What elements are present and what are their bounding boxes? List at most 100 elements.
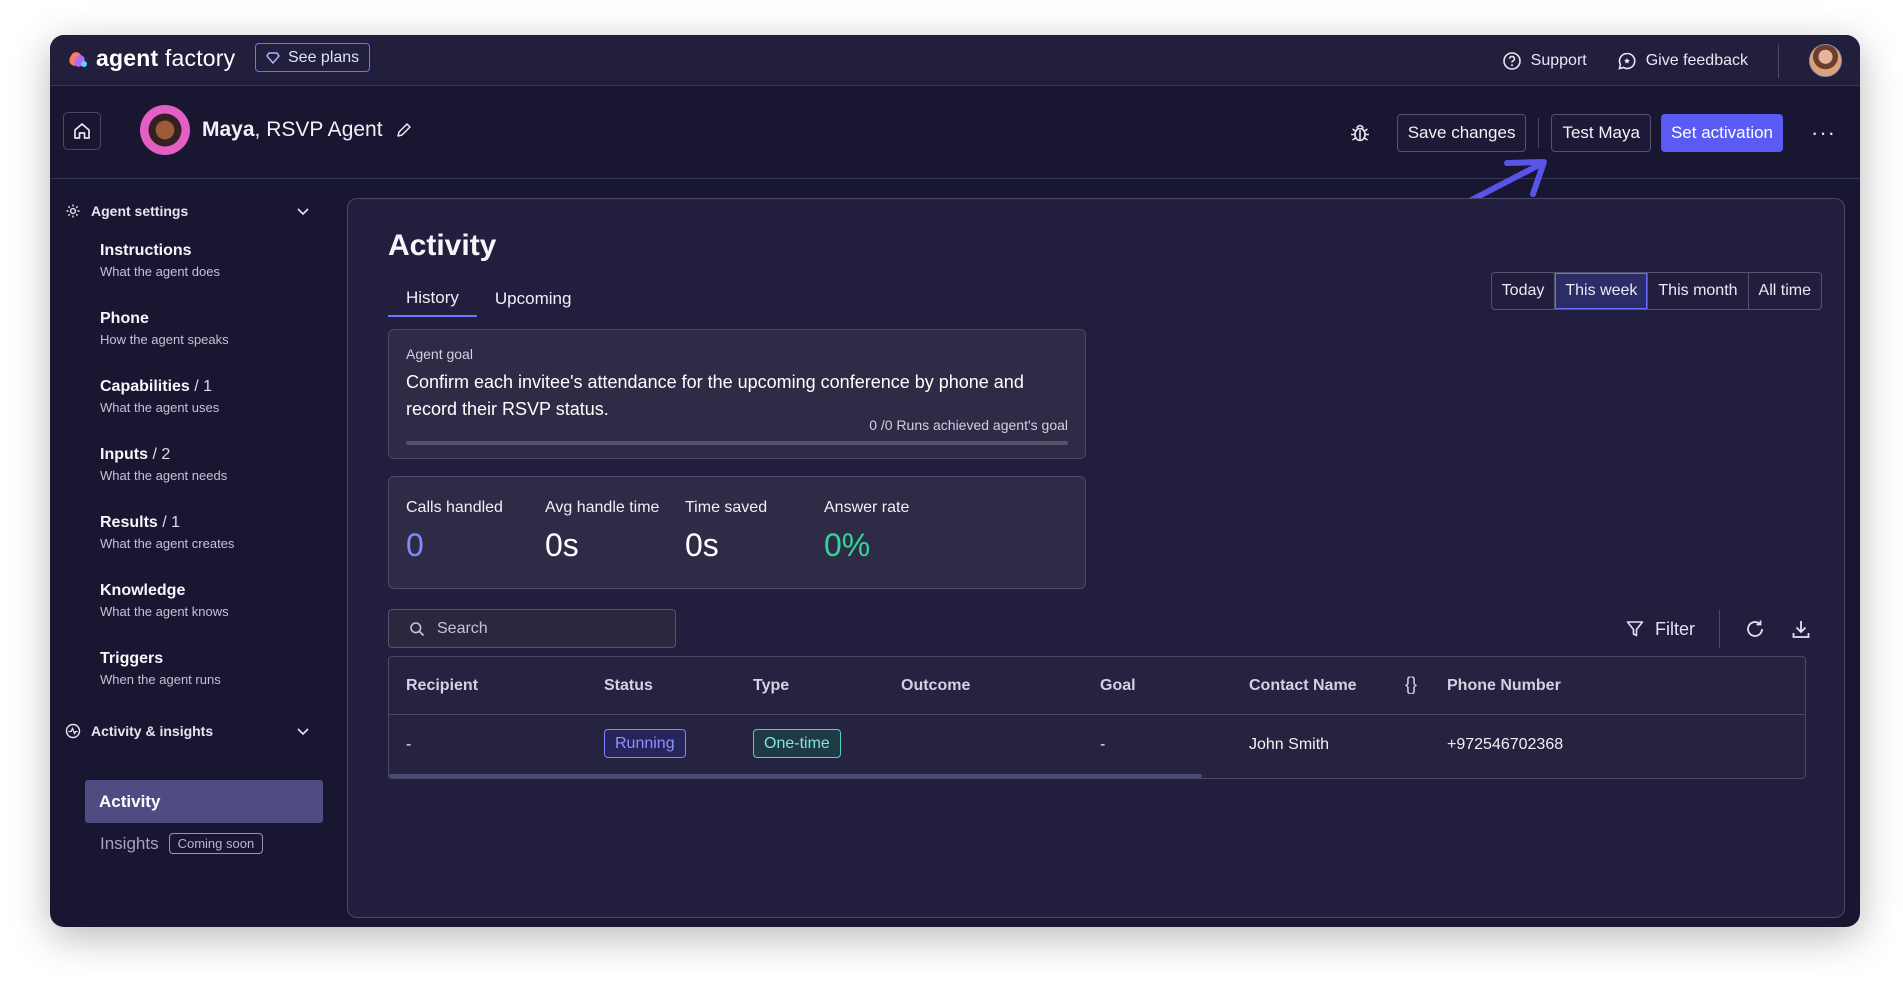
stat-label: Time saved	[685, 499, 768, 516]
see-plans-label: See plans	[288, 48, 360, 66]
sidebar-item-count: / 1	[162, 514, 181, 531]
agent-settings-section[interactable]: Agent settings	[65, 203, 310, 219]
see-plans-button[interactable]: See plans	[255, 43, 371, 72]
test-agent-button[interactable]: Test Maya	[1551, 114, 1651, 152]
sidebar-item-label: Capabilities	[100, 378, 190, 395]
sidebar-item-triggers[interactable]: Triggers When the agent runs	[100, 650, 221, 687]
range-all-time[interactable]: All time	[1749, 273, 1821, 309]
table-row[interactable]: - Running One-time - John Smith +9725467…	[389, 716, 1805, 774]
activity-table: Recipient Status Type Outcome Goal Conta…	[388, 656, 1806, 779]
give-feedback-link[interactable]: Give feedback	[1617, 51, 1748, 71]
download-icon[interactable]	[1790, 618, 1812, 640]
sidebar-item-label: Knowledge	[100, 582, 186, 599]
sidebar-item-phone[interactable]: Phone How the agent speaks	[100, 310, 229, 347]
sidebar-item-description: What the agent uses	[100, 400, 220, 415]
activity-insights-section[interactable]: Activity & insights	[65, 723, 310, 739]
activity-tabs: History Upcoming	[388, 281, 589, 317]
stat-value: 0s	[545, 527, 579, 563]
sidebar-item-activity[interactable]: Activity	[85, 780, 323, 823]
brand-logo[interactable]: agent factory	[67, 45, 235, 72]
column-header-phone-number[interactable]: Phone Number	[1447, 677, 1561, 695]
column-header-goal[interactable]: Goal	[1100, 677, 1136, 695]
pencil-icon[interactable]	[395, 121, 413, 139]
agent-avatar	[140, 105, 190, 155]
sidebar-item-inputs[interactable]: Inputs / 2 What the agent needs	[100, 446, 227, 483]
column-header-type[interactable]: Type	[753, 677, 789, 695]
stat-label: Calls handled	[406, 499, 503, 516]
top-bar: agent factory See plans Support Give fee…	[50, 35, 1860, 86]
sidebar-item-capabilities[interactable]: Capabilities / 1 What the agent uses	[100, 378, 219, 415]
feedback-icon	[1618, 52, 1636, 70]
filter-icon	[1626, 621, 1644, 637]
sidebar-item-count: / 1	[194, 378, 213, 395]
sidebar: Agent settings Instructions What the age…	[50, 180, 330, 927]
search-input[interactable]: Search	[388, 609, 676, 648]
bug-icon[interactable]	[1343, 116, 1377, 150]
activity-panel: Activity History Upcoming Today This wee…	[347, 198, 1845, 918]
stat-value: 0	[406, 527, 424, 563]
chevron-down-icon	[297, 208, 309, 216]
sidebar-item-insights[interactable]: Insights Coming soon	[100, 833, 264, 854]
home-icon	[74, 123, 90, 139]
column-header-status[interactable]: Status	[604, 677, 653, 695]
home-button[interactable]	[63, 112, 101, 150]
agent-header: Maya, RSVP Agent Save changes Test Maya …	[50, 87, 1860, 179]
range-this-month[interactable]: This month	[1648, 273, 1749, 309]
filter-button[interactable]: Filter	[1625, 619, 1695, 640]
set-activation-button[interactable]: Set activation	[1660, 114, 1784, 152]
give-feedback-label: Give feedback	[1645, 51, 1748, 69]
sidebar-item-knowledge[interactable]: Knowledge What the agent knows	[100, 582, 229, 619]
goal-progress-bar	[406, 441, 1068, 445]
horizontal-scrollbar[interactable]	[389, 774, 1202, 778]
refresh-icon[interactable]	[1744, 618, 1766, 640]
sidebar-item-label: Inputs	[100, 446, 148, 463]
date-range-selector: Today This week This month All time	[1490, 272, 1822, 310]
stat-avg-handle-time: Avg handle time 0s	[545, 499, 659, 564]
tab-upcoming[interactable]: Upcoming	[477, 281, 590, 317]
range-today[interactable]: Today	[1492, 273, 1556, 309]
search-icon	[410, 621, 425, 636]
support-label: Support	[1530, 51, 1587, 69]
stat-label: Answer rate	[824, 499, 910, 516]
cell-goal: -	[1100, 736, 1106, 753]
app-window: agent factory See plans Support Give fee…	[50, 35, 1860, 927]
column-header-outcome[interactable]: Outcome	[901, 677, 970, 695]
variable-braces-icon: {}	[1405, 674, 1418, 694]
table-header: Recipient Status Type Outcome Goal Conta…	[389, 657, 1805, 715]
stat-time-saved: Time saved 0s	[685, 499, 767, 564]
agent-goal-card: Agent goal Confirm each invitee's attend…	[388, 329, 1086, 459]
sidebar-item-label: Results	[100, 514, 158, 531]
activity-icon	[65, 723, 81, 739]
diamond-icon	[266, 51, 280, 64]
sidebar-item-results[interactable]: Results / 1 What the agent creates	[100, 514, 234, 551]
divider	[1719, 610, 1720, 648]
sidebar-item-description: What the agent needs	[100, 468, 228, 483]
brand-logo-icon	[67, 49, 88, 69]
divider	[1778, 43, 1779, 78]
support-link[interactable]: Support	[1502, 51, 1587, 71]
cell-recipient: -	[406, 736, 412, 753]
divider	[1538, 118, 1540, 148]
sidebar-item-description: What the agent does	[100, 264, 220, 279]
sidebar-item-instructions[interactable]: Instructions What the agent does	[100, 242, 220, 279]
sidebar-item-count: / 2	[152, 446, 171, 463]
sidebar-item-label: Phone	[100, 310, 149, 327]
coming-soon-badge: Coming soon	[168, 833, 264, 854]
sidebar-item-label: Insights	[100, 833, 159, 853]
goal-text: Confirm each invitee's attendance for th…	[406, 372, 1024, 419]
stat-label: Avg handle time	[545, 499, 660, 516]
agent-name: Maya	[202, 118, 255, 141]
agent-role: , RSVP Agent	[254, 118, 383, 141]
sidebar-item-description: What the agent creates	[100, 536, 235, 551]
goal-runs-text: 0 /0 Runs achieved agent's goal	[869, 417, 1068, 433]
column-header-contact-name[interactable]: Contact Name	[1249, 677, 1357, 695]
save-changes-button[interactable]: Save changes	[1396, 114, 1527, 152]
user-avatar[interactable]	[1809, 44, 1842, 77]
table-toolbar: Filter	[1625, 610, 1812, 648]
range-this-week[interactable]: This week	[1555, 273, 1649, 309]
column-header-recipient[interactable]: Recipient	[406, 677, 478, 695]
tab-history[interactable]: History	[388, 281, 477, 317]
sidebar-item-description: How the agent speaks	[100, 332, 229, 347]
status-badge: Running	[604, 729, 686, 758]
more-options-icon[interactable]: ···	[1811, 120, 1836, 146]
